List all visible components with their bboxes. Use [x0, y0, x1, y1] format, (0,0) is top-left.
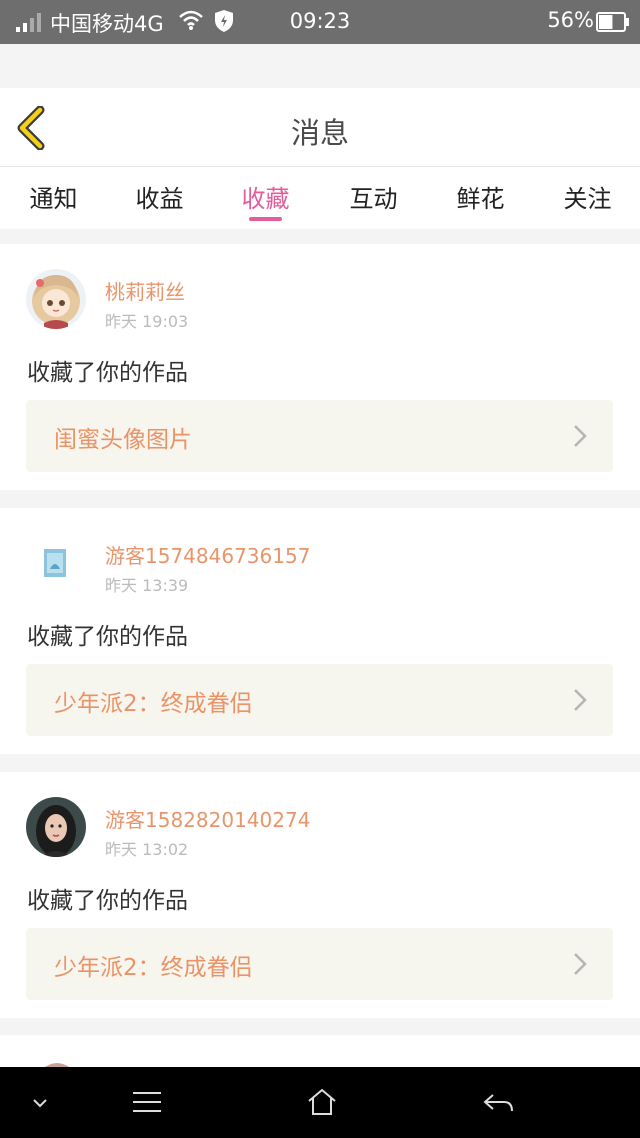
- work-title: 闺蜜头像图片: [54, 427, 192, 453]
- timestamp: 昨天 13:39: [105, 576, 189, 595]
- battery-percent: 56%: [547, 8, 594, 32]
- anime-girl-avatar-icon: [26, 269, 86, 329]
- avatar[interactable]: [26, 533, 86, 593]
- battery-icon: [596, 12, 629, 32]
- back-icon[interactable]: [482, 1091, 514, 1115]
- work-link[interactable]: 少年派2：终成眷侣: [26, 928, 613, 1000]
- page-title: 消息: [290, 116, 349, 150]
- work-title: 少年派2：终成眷侣: [54, 955, 253, 981]
- tab-label: 通知: [29, 185, 78, 213]
- home-icon[interactable]: [306, 1087, 338, 1117]
- chevron-right-icon: [574, 953, 587, 975]
- message-card: 桃莉莉丝 昨天 19:03 收藏了你的作品 闺蜜头像图片: [0, 244, 640, 490]
- collapse-icon[interactable]: [32, 1097, 48, 1109]
- action-text: 收藏了你的作品: [27, 624, 188, 650]
- tab-notifications[interactable]: 通知: [0, 179, 107, 214]
- small-blue-picture-avatar-icon: [26, 533, 86, 593]
- tab-label: 关注: [563, 185, 612, 213]
- chevron-right-icon: [574, 689, 587, 711]
- chevron-right-icon: [574, 425, 587, 447]
- tab-interactions[interactable]: 互动: [320, 179, 427, 214]
- timestamp: 昨天 13:02: [105, 840, 189, 859]
- tab-label: 鲜花: [456, 185, 505, 213]
- photo-girl-avatar-icon: [26, 797, 86, 857]
- username[interactable]: 游客1574846736157: [105, 540, 310, 569]
- work-link[interactable]: 闺蜜头像图片: [26, 400, 613, 472]
- username[interactable]: 桃莉莉丝: [105, 276, 185, 305]
- tab-label: 收益: [135, 185, 184, 213]
- system-nav-bar: [0, 1067, 640, 1138]
- tab-earnings[interactable]: 收益: [106, 179, 213, 214]
- status-bar: 中国移动4G 09:23 56%: [0, 0, 640, 44]
- action-text: 收藏了你的作品: [27, 360, 188, 386]
- active-tab-indicator: [249, 217, 282, 221]
- work-link[interactable]: 少年派2：终成眷侣: [26, 664, 613, 736]
- tab-favorites[interactable]: 收藏: [212, 179, 319, 221]
- work-title: 少年派2：终成眷侣: [54, 691, 253, 717]
- menu-icon[interactable]: [132, 1091, 162, 1113]
- tab-label: 互动: [349, 185, 398, 213]
- message-card: 游客1574846736157 昨天 13:39 收藏了你的作品 少年派2：终成…: [0, 508, 640, 754]
- tab-flowers[interactable]: 鲜花: [427, 179, 534, 214]
- action-text: 收藏了你的作品: [27, 888, 188, 914]
- avatar[interactable]: [26, 269, 86, 329]
- clock: 09:23: [289, 9, 351, 33]
- header: 消息: [0, 88, 640, 167]
- avatar[interactable]: [26, 797, 86, 857]
- top-spacer: [0, 44, 640, 88]
- tab-label: 收藏: [241, 185, 290, 213]
- tab-bar: 通知 收益 收藏 互动 鲜花 关注: [0, 167, 640, 229]
- username[interactable]: 游客1582820140274: [105, 804, 310, 833]
- message-card: 游客1582820140274 昨天 13:02 收藏了你的作品 少年派2：终成…: [0, 772, 640, 1018]
- tab-following[interactable]: 关注: [534, 179, 640, 214]
- timestamp: 昨天 19:03: [105, 312, 189, 331]
